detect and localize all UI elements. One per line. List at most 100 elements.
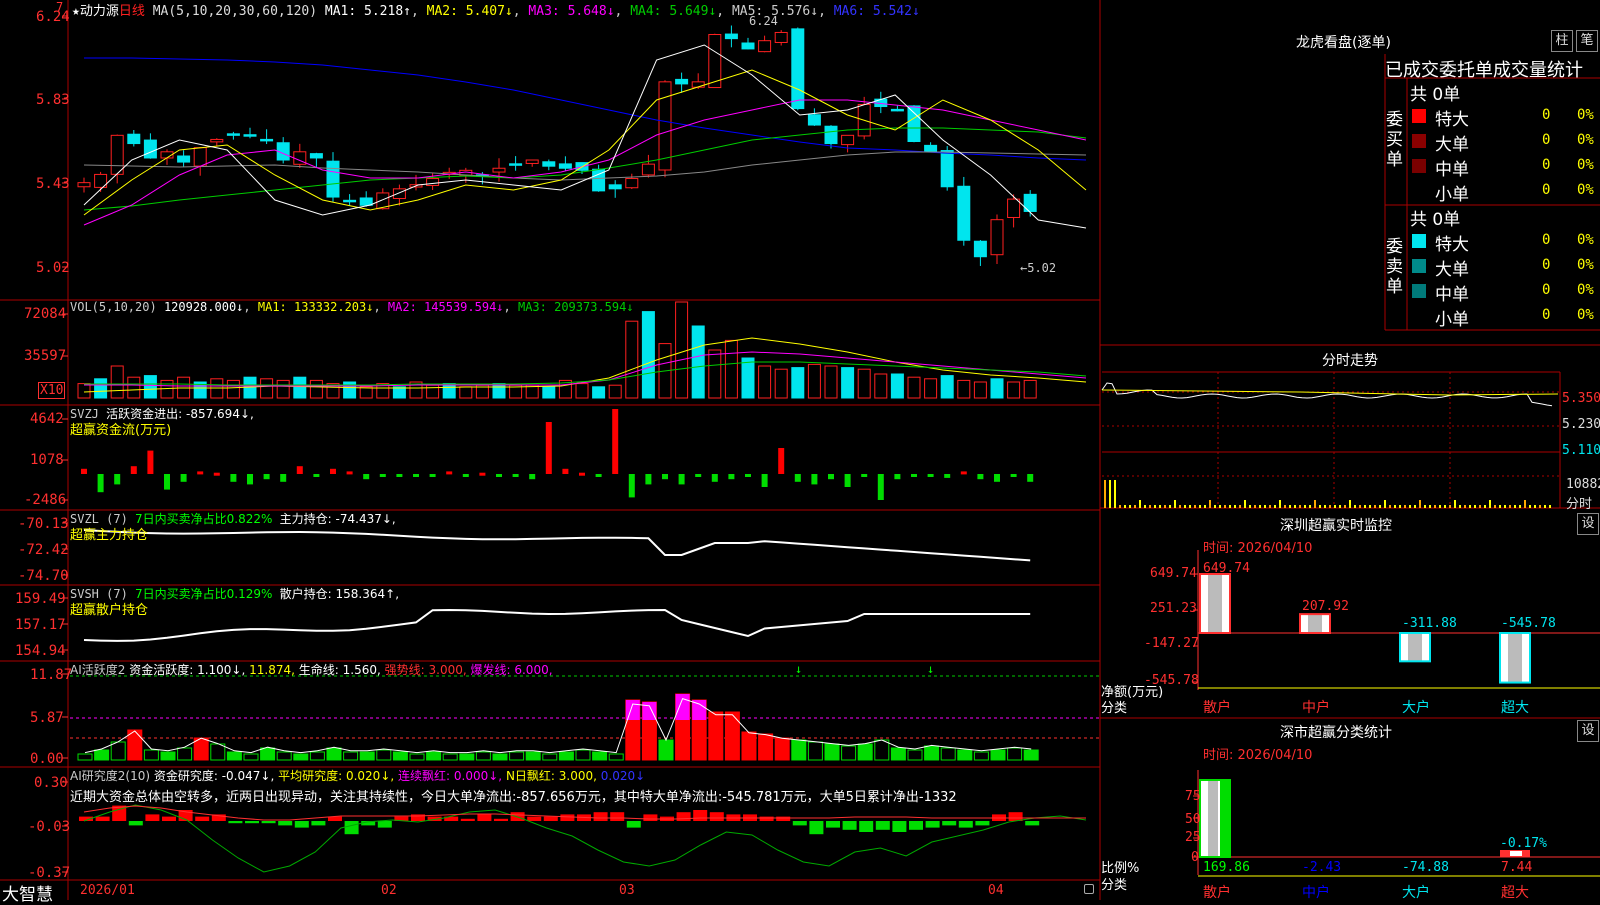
flow-bar [180,474,187,482]
ai1-strong: 强势线: 3.000, [384,663,467,677]
research-bar [377,821,392,828]
vol-unit: X10 [38,382,66,399]
intraday-volume-bar [1354,505,1356,508]
volume-bar [143,375,157,399]
intraday-volume-bar [1289,505,1291,508]
stock-name[interactable]: 动力源 [80,4,119,19]
research-bar [776,816,791,821]
activity-bar [525,751,541,761]
candle-body [143,139,157,159]
candle-body [907,105,921,142]
activity-bar [243,753,259,761]
date-label: 04 [988,883,1004,898]
monitor-title: 深圳超赢实时监控 [1280,518,1392,534]
volume-bar [1007,381,1021,399]
activity-bar [1023,749,1039,761]
candle-body [791,28,805,110]
research-bar [875,821,890,830]
activity-bar [260,747,276,761]
sell-row-name: 中单 [1435,285,1469,305]
favorite-star-icon[interactable]: ★ [72,4,80,19]
sell-row-pct: 0% [1577,307,1594,323]
activity-bar [874,739,890,761]
monitor-category: 中户 [1302,700,1330,716]
flow-bar [280,474,287,482]
candle-body [625,178,639,189]
ratio-bar-green [1220,780,1230,857]
flow-bar [711,474,718,482]
candle-body [741,42,755,50]
intraday-volume-bar [1424,505,1426,508]
intraday-price-tick: 5.230 [1562,417,1600,432]
volume-bar [160,379,174,399]
intraday-volume-bar [1504,505,1506,508]
low-price-marker: ←5.02 [1020,261,1057,275]
activity-bar [509,751,525,761]
activity-bar [558,751,574,761]
classify-tick: 25 [1185,830,1201,845]
ma-params: MA(5,10,20,30,60,120) [152,4,318,19]
sell-row-name: 小单 [1435,310,1469,330]
activity-bar [708,711,724,761]
research-bar [792,821,807,826]
lock-icon[interactable] [1084,884,1094,894]
research-bar [527,816,542,821]
flow-bar [197,471,204,475]
volume-bar [907,376,921,399]
ai2-continuous: 连续飘红: 0.000↓, [398,769,503,783]
flow-bar [994,474,1000,482]
price-tick: 6.24 [36,9,70,25]
flow-bar [230,474,237,482]
flow-bar [313,474,320,477]
candle-body [608,184,622,190]
candle-body [426,178,440,186]
volume-bar [741,357,755,399]
intraday-vol-unit: 分时 [1566,497,1593,512]
candle-body [110,134,124,175]
activity-bar [359,751,375,761]
intraday-volume-bar [1199,505,1201,508]
svsh-tick: 154.94 [15,643,66,659]
intraday-volume-bar [1479,505,1481,508]
activity-bar [143,749,159,761]
intraday-volume-bar [1379,505,1381,508]
activity-bar [824,743,840,761]
bar-view-button[interactable]: 柱 [1551,30,1573,52]
flow-bar [512,474,519,477]
intraday-volume-bar [1144,505,1146,508]
flow-bar [579,472,585,476]
ma3-value: 5.648↓ [567,4,615,19]
intraday-volume-bar [1194,505,1196,508]
intraday-volume-bar [1334,505,1336,508]
activity-bar [857,743,873,761]
activity-bar [940,747,956,761]
intraday-price-tick: 5.350 [1562,391,1600,406]
activity-bar [442,753,458,761]
monitor-settings-button[interactable]: 设 [1577,513,1599,535]
tick-view-button[interactable]: 笔 [1576,30,1598,52]
period-label[interactable]: 日线 [119,4,145,19]
candle-body [774,31,788,43]
dragon-title: 龙虎看盘(逐单) [1296,35,1391,51]
buy-row-name: 小单 [1435,185,1469,205]
app-logo[interactable]: 大智慧 [2,880,53,905]
candle-body [940,150,954,188]
intraday-volume-bar [1484,505,1486,508]
volume-bar [592,386,606,399]
net-bar-shade [1408,633,1422,662]
price-tick: 5.83 [36,92,70,108]
dragon-header: 已成交委托单成交量统计 [1385,60,1583,81]
volume-bar [924,378,938,399]
intraday-volume-bar [1359,505,1361,508]
svzl-tick: -72.42 [18,542,69,558]
candle-body [724,33,738,40]
ai1-header: AI活跃度2 资金活跃度: 1.100↓, 11.874, 生命线: 1.560… [70,661,553,678]
research-bar [610,812,625,821]
research-bar [626,821,641,828]
activity-bar [326,747,342,761]
intraday-volume-bar [1449,505,1451,508]
ai1-tick: 11.87 [30,667,73,683]
intraday-volume-bar [1254,505,1256,508]
classify-settings-button[interactable]: 设 [1577,720,1599,742]
volume-bar [309,379,323,399]
